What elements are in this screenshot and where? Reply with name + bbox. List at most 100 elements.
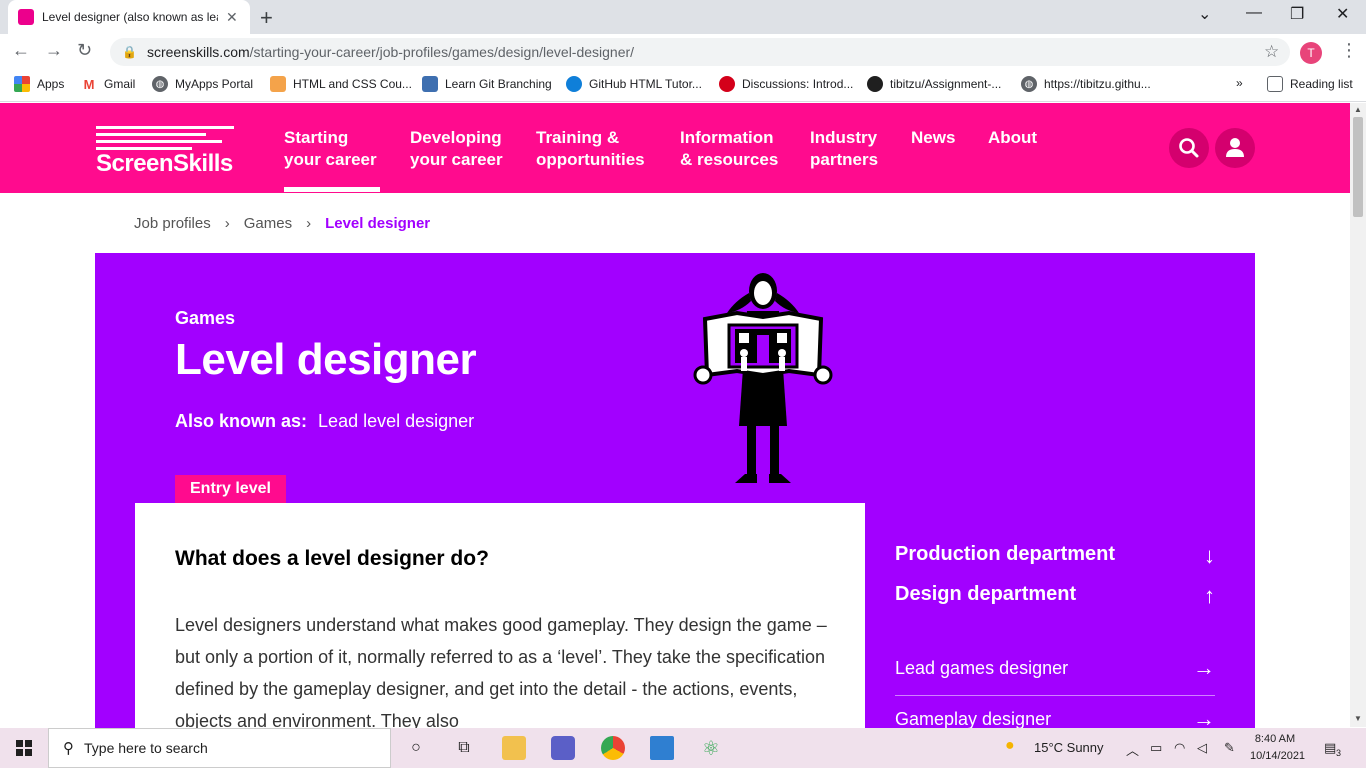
- nav-active-indicator: [284, 187, 380, 192]
- atom-icon[interactable]: ⚛: [699, 736, 723, 760]
- site-header: ScreenSkills Starting your career Develo…: [0, 103, 1350, 193]
- account-button[interactable]: [1215, 128, 1255, 168]
- nav-about[interactable]: About: [988, 127, 1037, 149]
- chrome-menu-icon[interactable]: ⋮: [1340, 40, 1358, 61]
- bookmark-myapps[interactable]: ◍ MyApps Portal: [152, 76, 253, 92]
- globe-icon: ◍: [152, 76, 168, 92]
- nav-news[interactable]: News: [911, 127, 955, 149]
- git-branching-icon: [422, 76, 438, 92]
- nav-label: Starting: [284, 128, 349, 147]
- browser-toolbar: ← → ↻ 🔒 screenskills.com /starting-your-…: [0, 34, 1366, 70]
- role-link-label: Gameplay designer: [895, 709, 1052, 729]
- taskbar-clock[interactable]: 8:40 AM 10/14/2021: [1250, 731, 1305, 765]
- tab-close-icon[interactable]: ✕: [226, 9, 238, 26]
- scroll-down-icon[interactable]: ▼: [1354, 714, 1362, 723]
- nav-information-resources[interactable]: Information & resources: [680, 127, 778, 171]
- url-path: /starting-your-career/job-profiles/games…: [249, 44, 635, 60]
- nav-developing-your-career[interactable]: Developing your career: [410, 127, 503, 171]
- arrow-down-icon: ↓: [1204, 543, 1215, 568]
- nav-training-opportunities[interactable]: Training & opportunities: [536, 127, 645, 171]
- nav-industry-partners[interactable]: Industry partners: [810, 127, 878, 171]
- arrow-right-icon: →: [1193, 655, 1215, 680]
- bookmark-tibitzu-github-io[interactable]: ◍ https://tibitzu.githu...: [1021, 76, 1151, 92]
- scroll-up-icon[interactable]: ▲: [1354, 105, 1362, 114]
- breadcrumb-separator: ›: [306, 215, 312, 232]
- new-tab-button[interactable]: +: [260, 5, 273, 31]
- taskbar-search-box[interactable]: ⚲ Type here to search: [48, 728, 391, 768]
- notification-center-icon[interactable]: ▤: [1324, 740, 1336, 756]
- bookmark-gmail[interactable]: M Gmail: [81, 76, 136, 92]
- minimize-button[interactable]: —: [1246, 4, 1262, 22]
- photos-icon[interactable]: [650, 736, 674, 760]
- show-hidden-icons[interactable]: ︿: [1126, 740, 1139, 759]
- design-department-toggle[interactable]: Design department ↑: [895, 583, 1215, 623]
- lock-icon[interactable]: 🔒: [122, 45, 137, 59]
- course-icon: [270, 76, 286, 92]
- job-hero: Games Level designer Also known as: Lead…: [95, 253, 1255, 743]
- bookmark-label: Gmail: [104, 77, 136, 91]
- nav-label: Developing: [410, 128, 502, 147]
- bookmark-label: MyApps Portal: [175, 77, 254, 91]
- breadcrumb-games[interactable]: Games: [244, 215, 292, 232]
- bookmark-apps[interactable]: Apps: [14, 76, 64, 92]
- profile-avatar[interactable]: T: [1300, 42, 1322, 64]
- aka-value: Lead level designer: [318, 411, 475, 431]
- screenskills-logo[interactable]: ScreenSkills: [96, 124, 236, 177]
- logo-line: [96, 126, 234, 129]
- page-title: Level designer: [175, 335, 477, 384]
- page-scrollbar[interactable]: ▲ ▼: [1350, 103, 1366, 727]
- lead-games-designer-link[interactable]: Lead games designer →: [895, 645, 1215, 696]
- tab-search-icon[interactable]: ⌄: [1198, 4, 1211, 24]
- apps-grid-icon: [14, 76, 30, 92]
- back-icon[interactable]: ←: [12, 40, 30, 61]
- weather-sun-icon[interactable]: ●: [1005, 737, 1015, 755]
- wifi-icon[interactable]: ◠: [1174, 740, 1185, 756]
- bookmark-html-css[interactable]: HTML and CSS Cou...: [270, 76, 412, 92]
- windows-start-icon[interactable]: [16, 740, 32, 756]
- chrome-icon[interactable]: [601, 736, 625, 760]
- scrollbar-thumb[interactable]: [1353, 117, 1363, 217]
- battery-icon[interactable]: ▭: [1150, 740, 1162, 756]
- related-roles-sidebar: Production department ↓ Design departmen…: [895, 543, 1215, 747]
- production-department-toggle[interactable]: Production department ↓: [895, 543, 1215, 583]
- nav-label: About: [988, 128, 1038, 147]
- breadcrumb-separator: ›: [224, 215, 230, 232]
- reading-list-label: Reading list: [1290, 77, 1353, 91]
- forward-icon[interactable]: →: [45, 40, 63, 61]
- bookmark-learn-git[interactable]: Learn Git Branching: [422, 76, 552, 92]
- teams-icon[interactable]: [551, 736, 575, 760]
- entry-level-badge: Entry level: [175, 475, 286, 503]
- bookmark-label: https://tibitzu.githu...: [1044, 77, 1151, 91]
- task-view-icon[interactable]: ⧉: [452, 736, 476, 760]
- file-explorer-icon[interactable]: [502, 736, 526, 760]
- user-icon: [1226, 138, 1244, 157]
- search-button[interactable]: [1169, 128, 1209, 168]
- address-bar[interactable]: 🔒 screenskills.com /starting-your-career…: [110, 38, 1290, 66]
- aka-label: Also known as:: [175, 411, 308, 431]
- reading-list-button[interactable]: Reading list: [1267, 76, 1353, 92]
- reload-icon[interactable]: ↻: [77, 40, 92, 61]
- bookmark-tibitzu-assignment[interactable]: tibitzu/Assignment-...: [867, 76, 1001, 92]
- browser-tab[interactable]: Level designer (also known as lead level…: [8, 0, 250, 34]
- nav-label: Information: [680, 128, 774, 147]
- bookmark-github-html[interactable]: GitHub HTML Tutor...: [566, 76, 702, 92]
- weather-text[interactable]: 15°C Sunny: [1034, 740, 1104, 755]
- more-bookmarks-button[interactable]: »: [1236, 76, 1243, 90]
- search-icon: [1179, 138, 1199, 158]
- volume-icon[interactable]: ◁: [1197, 740, 1207, 756]
- pen-icon[interactable]: ✎: [1224, 740, 1235, 756]
- discussions-icon: [719, 76, 735, 92]
- browser-tabstrip: Level designer (also known as lead level…: [0, 0, 1366, 34]
- breadcrumb-job-profiles[interactable]: Job profiles: [134, 215, 211, 232]
- bookmark-discussions[interactable]: Discussions: Introd...: [719, 76, 853, 92]
- bookmark-star-icon[interactable]: ☆: [1264, 42, 1279, 62]
- windows-taskbar: ⚲ Type here to search ○ ⧉ ⚛ ● 15°C Sunny…: [0, 728, 1366, 768]
- job-description-card: What does a level designer do? Level des…: [135, 503, 865, 743]
- restore-button[interactable]: ❐: [1290, 4, 1304, 24]
- breadcrumb: Job profiles › Games › Level designer: [134, 215, 430, 232]
- window-close-button[interactable]: ✕: [1336, 4, 1349, 24]
- nav-label: your career: [284, 150, 377, 169]
- search-icon: ⚲: [63, 740, 74, 757]
- cortana-icon[interactable]: ○: [404, 736, 428, 760]
- nav-starting-your-career[interactable]: Starting your career: [284, 127, 377, 171]
